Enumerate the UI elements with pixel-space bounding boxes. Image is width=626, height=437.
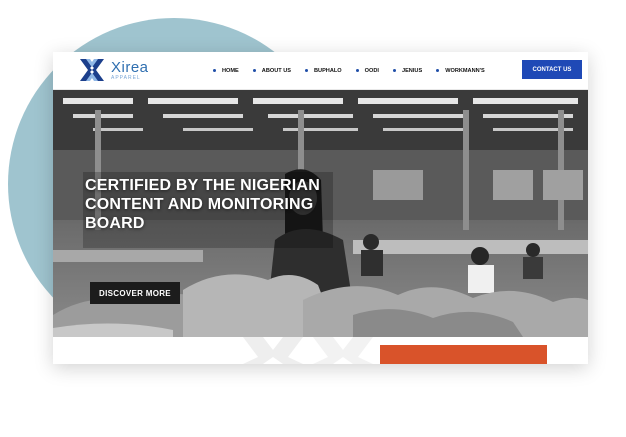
hero-banner: CERTIFIED BY THE NIGERIAN CONTENT AND MO… (53, 90, 588, 337)
hero-title: CERTIFIED BY THE NIGERIAN CONTENT AND MO… (85, 177, 320, 232)
dot-icon (305, 69, 308, 72)
main-nav: HOME ABOUT US BUPHALO OODI JENIUS WORKMA… (213, 52, 499, 89)
contact-us-button[interactable]: CONTACT US (522, 60, 582, 79)
discover-more-button[interactable]: DISCOVER MORE (90, 282, 180, 304)
nav-item-label: HOME (222, 67, 239, 74)
section-preview-strip (53, 337, 588, 364)
nav-item-label: ABOUT US (261, 67, 291, 74)
nav-item-about-us[interactable]: ABOUT US (252, 67, 291, 74)
dot-icon (392, 69, 396, 72)
brand-logo[interactable]: Xirea APPAREL (77, 56, 149, 84)
nav-item-label: OODI (364, 67, 379, 74)
dot-icon (436, 69, 440, 72)
nav-item-jenius[interactable]: JENIUS (392, 67, 423, 74)
website-window: Xirea APPAREL HOME ABOUT US BUPHALO OODI… (53, 52, 588, 364)
x-pattern-graphic (243, 337, 373, 364)
nav-item-label: BUPHALO (314, 67, 342, 74)
dot-icon (252, 69, 256, 72)
nav-item-buphalo[interactable]: BUPHALO (305, 68, 342, 74)
orange-feature-block (380, 345, 547, 364)
brand-name: Xirea (111, 58, 149, 76)
dot-icon (355, 69, 359, 72)
nav-item-workmanns[interactable]: WORKMANN'S (436, 68, 485, 74)
nav-item-label: WORKMANN'S (445, 67, 485, 74)
x-cross-logo-icon (80, 59, 104, 81)
nav-item-home[interactable]: HOME (213, 68, 239, 74)
site-header: Xirea APPAREL HOME ABOUT US BUPHALO OODI… (53, 52, 588, 90)
dot-icon (213, 69, 216, 72)
nav-item-oodi[interactable]: OODI (355, 67, 379, 74)
screenshot-stage: Xirea APPAREL HOME ABOUT US BUPHALO OODI… (0, 0, 626, 437)
nav-item-label: JENIUS (401, 67, 423, 74)
brand-tagline: APPAREL (111, 74, 141, 81)
